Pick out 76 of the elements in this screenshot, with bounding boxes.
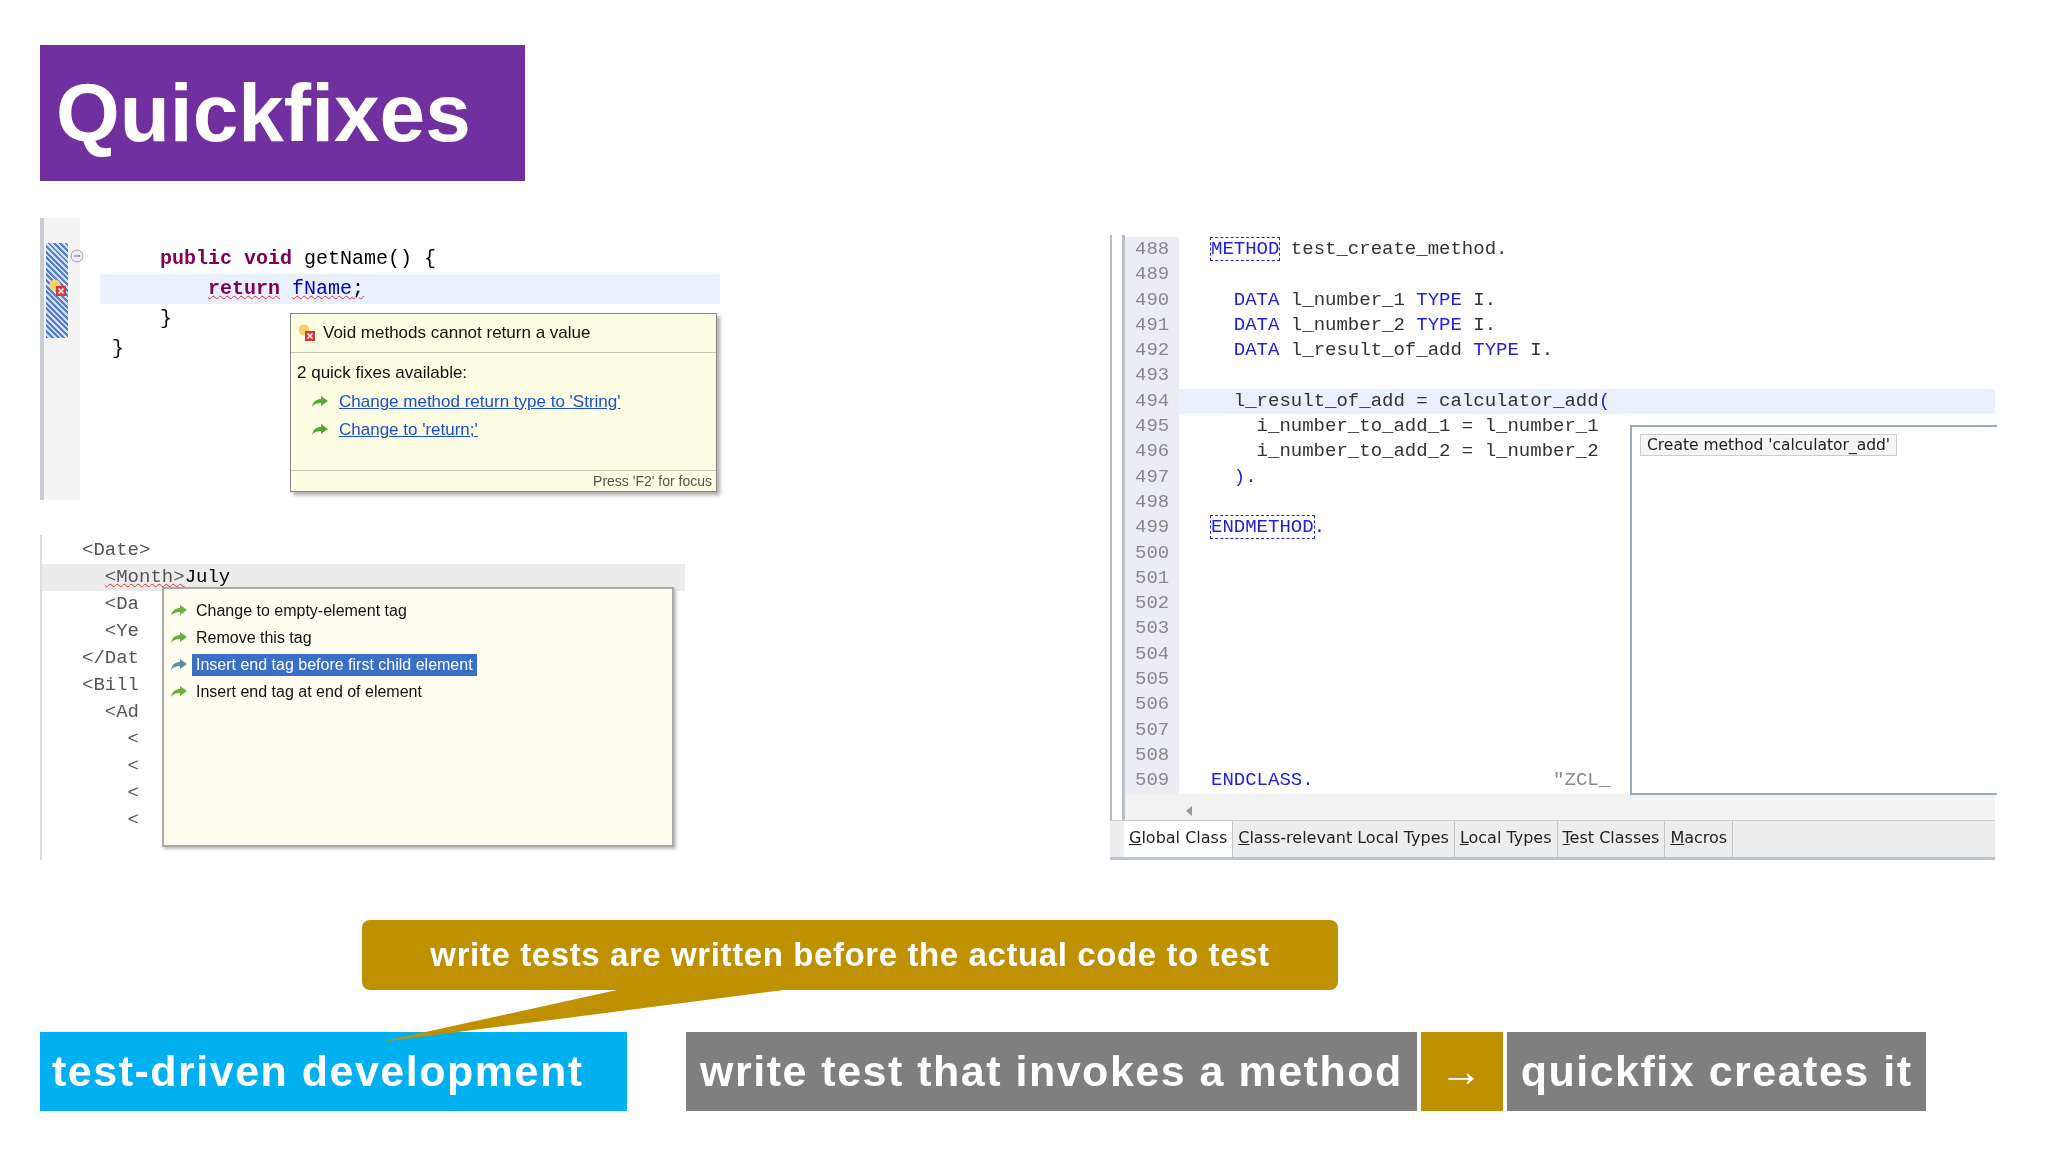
line-number: 500 [1125, 540, 1179, 566]
line-number: 496 [1125, 439, 1179, 465]
code-line: i_number_to_add_1 = l_number_1 [1255, 415, 1599, 438]
quick-fix-count: 2 quick fixes available: [297, 362, 469, 384]
code-line: DATA l_number_1 TYPE I. [1232, 288, 1497, 311]
fix-arrow-icon [170, 630, 188, 645]
line-number: 488 [1125, 237, 1179, 263]
code-line: public void getName() { [159, 247, 437, 270]
quick-fix-link[interactable]: Change to 'return;' [339, 420, 478, 440]
line-number: 489 [1125, 262, 1179, 288]
line-number: 491 [1125, 312, 1179, 339]
step-label: write test that invokes a method [686, 1032, 1417, 1111]
line-number: 505 [1125, 667, 1179, 693]
line-number: 502 [1125, 591, 1179, 617]
code-line: ). [1232, 465, 1257, 488]
proposal-item[interactable]: Change to empty-element tag [192, 599, 411, 622]
line-number: 507 [1125, 717, 1179, 743]
proposal-item[interactable]: Create method 'calculator_add' [1640, 434, 1898, 456]
line-number: 503 [1125, 616, 1179, 642]
code-line: DATA l_number_2 TYPE I. [1232, 313, 1497, 336]
fix-arrow-icon [311, 395, 329, 409]
proposal-item[interactable]: Insert end tag before first child element [192, 653, 477, 676]
code-line: ENDCLASS. "ZCL_ [1211, 769, 1611, 792]
line-number: 498 [1125, 489, 1179, 516]
code-line: METHOD test_create_method. [1211, 238, 1508, 260]
code-line: ENDMETHOD. [1211, 516, 1326, 539]
error-message: Void methods cannot return a value [323, 323, 591, 343]
error-bulb-icon [48, 278, 68, 298]
fix-arrow-icon [170, 684, 188, 699]
line-number: 495 [1125, 414, 1179, 440]
code-line: <Ad [103, 701, 140, 723]
line-number: 493 [1125, 363, 1179, 389]
code-line: <Date> [82, 539, 151, 561]
line-number: 504 [1125, 641, 1179, 668]
code-line: i_number_to_add_2 = l_number_2 [1255, 440, 1599, 463]
code-line: <Bill [82, 674, 139, 696]
editor-tab[interactable]: Test Classes [1557, 821, 1666, 857]
arrow-label: → [1420, 1032, 1503, 1111]
editor-tab[interactable]: Macros [1665, 821, 1734, 857]
quick-fix-link[interactable]: Change method return type to 'String' [339, 392, 621, 412]
error-bulb-icon [297, 323, 317, 343]
code-line: l_result_of_add = calculator_add( [1232, 389, 1611, 412]
line-number: 497 [1125, 464, 1179, 490]
code-line: DATA l_result_of_add TYPE I. [1232, 339, 1554, 362]
code-line: return fName; [207, 277, 365, 300]
line-number: 509 [1125, 768, 1179, 794]
code-line: <Da [103, 593, 140, 615]
fix-arrow-icon [170, 657, 188, 672]
fix-arrow-icon [170, 603, 188, 618]
editor-tab[interactable]: Local Types [1454, 821, 1558, 857]
line-number: 494 [1125, 388, 1179, 415]
line-number: 501 [1125, 565, 1179, 592]
line-number: 490 [1125, 287, 1179, 313]
fix-arrow-icon [311, 423, 329, 437]
scroll-left-icon[interactable] [1185, 805, 1193, 816]
editor-tab[interactable]: Global Class [1124, 821, 1234, 857]
code-line: < [126, 728, 139, 750]
code-line: } [112, 337, 124, 360]
code-line: </Dat [82, 647, 139, 669]
focus-hint: Press 'F2' for focus [291, 470, 716, 491]
line-number: 492 [1125, 338, 1179, 364]
code-line: } [159, 307, 173, 330]
code-line: <Month>July [103, 566, 231, 588]
topic-label: test-driven development [40, 1032, 627, 1111]
proposal-item[interactable]: Remove this tag [192, 626, 316, 649]
line-number: 506 [1125, 692, 1179, 718]
slide-title: Quickfixes [40, 45, 525, 181]
editor-tab[interactable]: Class-relevant Local Types [1233, 821, 1455, 857]
code-line: < [126, 809, 139, 831]
line-number: 499 [1125, 515, 1179, 541]
line-number: 508 [1125, 742, 1179, 769]
step-label: quickfix creates it [1506, 1032, 1927, 1111]
code-line: < [126, 782, 139, 804]
code-line: < [126, 755, 139, 777]
code-line: <Ye [103, 620, 140, 642]
proposal-item[interactable]: Insert end tag at end of element [192, 680, 426, 703]
